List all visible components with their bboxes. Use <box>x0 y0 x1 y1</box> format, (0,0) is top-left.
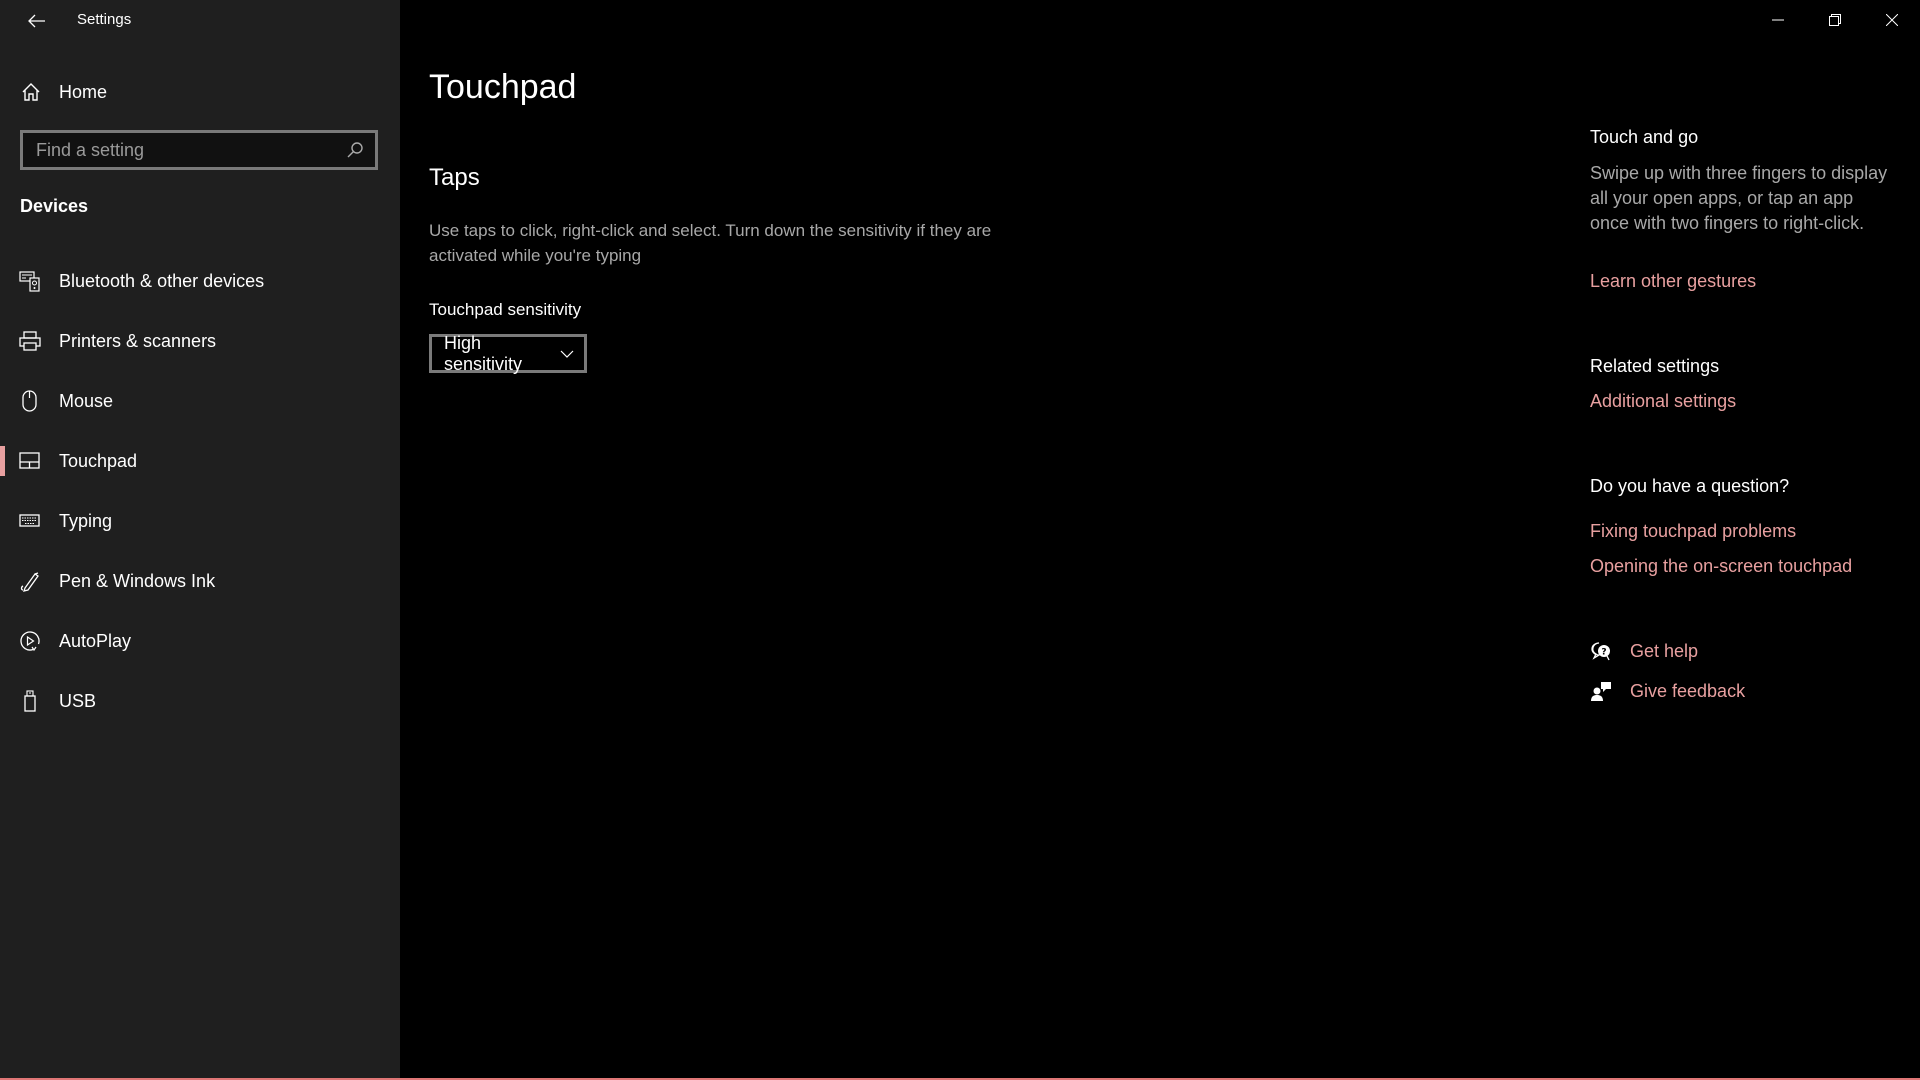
taps-heading: Taps <box>429 164 480 191</box>
give-feedback-link[interactable]: Give feedback <box>1590 676 1745 706</box>
minimize-button[interactable] <box>1749 0 1806 40</box>
sidebar: Settings Home Devices Bluetooth & other … <box>0 0 400 1078</box>
window-controls <box>1749 0 1920 40</box>
sidebar-item-touchpad[interactable]: Touchpad <box>0 431 400 491</box>
back-button[interactable] <box>16 6 58 36</box>
back-arrow-icon <box>28 14 45 28</box>
restore-icon <box>1828 14 1841 26</box>
sidebar-item-label: Touchpad <box>59 450 138 471</box>
minimize-icon <box>1771 19 1784 21</box>
search-icon[interactable] <box>345 140 365 160</box>
touch-and-go-heading: Touch and go <box>1590 127 1699 147</box>
sidebar-item-label: Pen & Windows Ink <box>59 570 216 591</box>
get-help-icon: ? <box>1591 642 1610 661</box>
sidebar-item-home[interactable]: Home <box>0 72 400 112</box>
onscreen-touchpad-link[interactable]: Opening the on-screen touchpad <box>1590 556 1852 577</box>
pen-icon <box>20 572 39 592</box>
get-help-link[interactable]: ? Get help <box>1590 636 1698 666</box>
sidebar-item-bluetooth[interactable]: Bluetooth & other devices <box>0 251 400 311</box>
autoplay-icon <box>20 631 40 652</box>
chevron-down-icon <box>560 350 574 358</box>
keyboard-icon <box>19 514 40 527</box>
sidebar-item-label: Mouse <box>59 390 114 411</box>
question-heading: Do you have a question? <box>1590 476 1790 496</box>
close-icon <box>1885 14 1898 26</box>
usb-icon <box>24 690 36 712</box>
sidebar-item-label: AutoPlay <box>59 630 132 651</box>
sensitivity-label: Touchpad sensitivity <box>429 300 582 319</box>
taps-description: Use taps to click, right-click and selec… <box>429 221 992 265</box>
additional-settings-link[interactable]: Additional settings <box>1590 391 1736 412</box>
touch-and-go-text: Swipe up with three fingers to display a… <box>1590 163 1888 233</box>
sidebar-item-label: Printers & scanners <box>59 330 217 351</box>
learn-gestures-link[interactable]: Learn other gestures <box>1590 271 1756 292</box>
sidebar-item-autoplay[interactable]: AutoPlay <box>0 611 400 671</box>
svg-text:?: ? <box>1601 648 1606 658</box>
bluetooth-devices-icon <box>19 271 40 292</box>
sidebar-item-label: Home <box>59 81 108 102</box>
sidebar-item-label: USB <box>59 690 97 711</box>
sensitivity-dropdown[interactable]: High sensitivity <box>429 332 587 374</box>
sidebar-item-typing[interactable]: Typing <box>0 491 400 551</box>
sidebar-item-mouse[interactable]: Mouse <box>0 371 400 431</box>
page-title: Touchpad <box>429 68 577 106</box>
touchpad-icon <box>19 452 40 469</box>
sidebar-item-pen[interactable]: Pen & Windows Ink <box>0 551 400 611</box>
get-help-label: Get help <box>1630 640 1699 661</box>
give-feedback-label: Give feedback <box>1630 680 1746 701</box>
sidebar-item-printers[interactable]: Printers & scanners <box>0 311 400 371</box>
home-icon <box>22 83 40 101</box>
search-input[interactable] <box>23 138 345 162</box>
sidebar-item-usb[interactable]: USB <box>0 671 400 731</box>
search-box[interactable] <box>20 130 378 170</box>
sidebar-item-label: Typing <box>59 510 113 531</box>
fixing-touchpad-link[interactable]: Fixing touchpad problems <box>1590 521 1796 542</box>
mouse-icon <box>22 390 37 412</box>
app-title: Settings <box>77 11 132 28</box>
selection-indicator <box>0 446 5 476</box>
printer-icon <box>19 331 41 351</box>
sensitivity-value: High sensitivity <box>444 332 523 374</box>
close-button[interactable] <box>1863 0 1920 40</box>
sidebar-nav: Bluetooth & other devices Printers & sca… <box>0 251 400 731</box>
restore-button[interactable] <box>1806 0 1863 40</box>
related-settings-heading: Related settings <box>1590 356 1720 376</box>
sidebar-item-label: Bluetooth & other devices <box>59 270 265 291</box>
section-heading: Devices <box>20 196 89 216</box>
give-feedback-icon <box>1591 682 1611 701</box>
